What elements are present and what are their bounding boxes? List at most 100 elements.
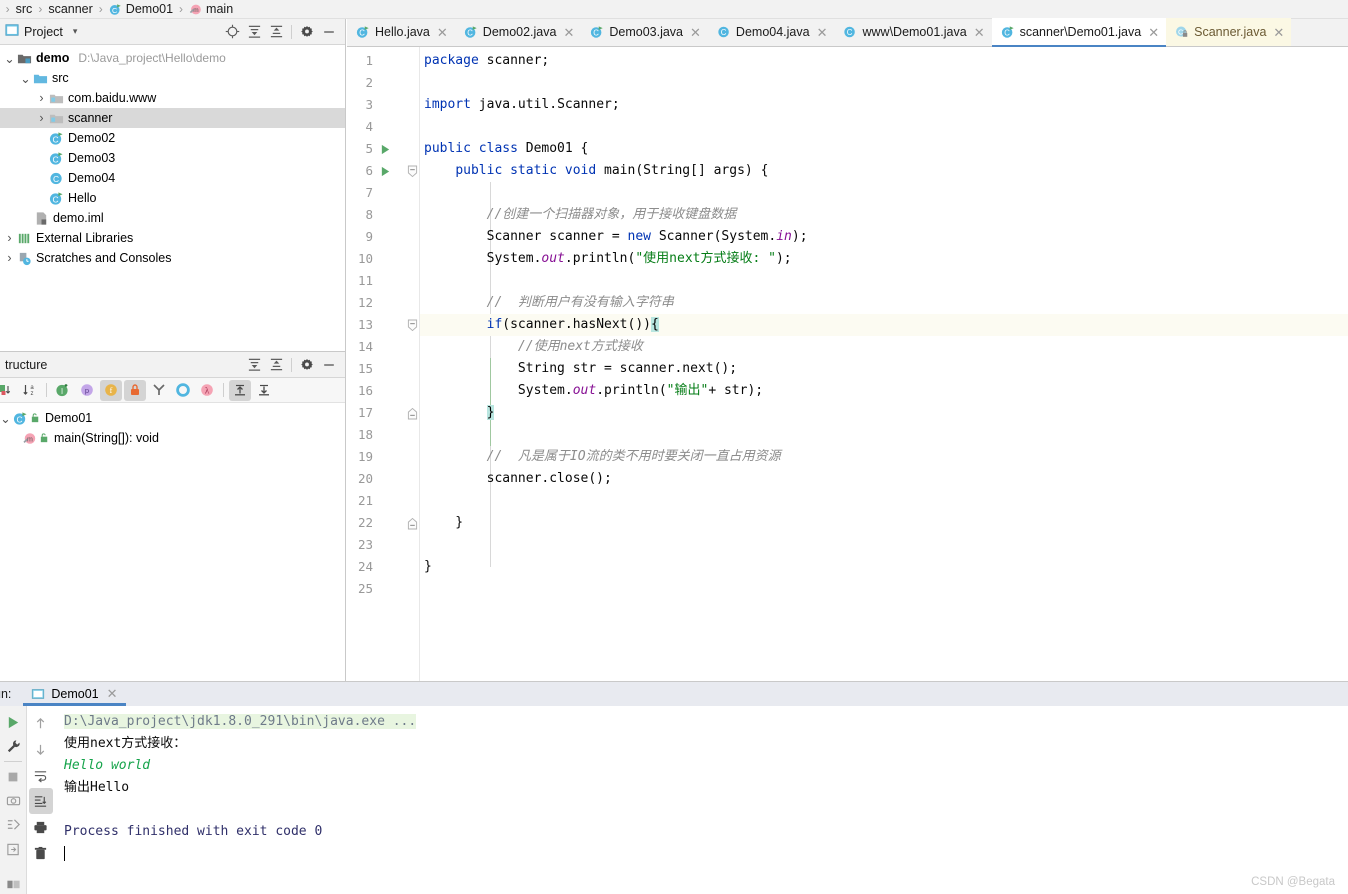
- show-anonymous-icon[interactable]: [148, 380, 170, 401]
- tree-item-external-libraries[interactable]: › External Libraries: [0, 228, 345, 248]
- code-line[interactable]: if(scanner.hasNext()){: [420, 314, 1348, 336]
- editor-tab-demo04[interactable]: C Demo04.java ✕: [708, 18, 835, 46]
- code-line[interactable]: [420, 72, 1348, 94]
- code-line[interactable]: System.out.println("输出"+ str);: [420, 380, 1348, 402]
- code-line[interactable]: public class Demo01 {: [420, 138, 1348, 160]
- hide-panel-icon[interactable]: [318, 355, 340, 375]
- code-line[interactable]: [420, 182, 1348, 204]
- tree-item-src[interactable]: ⌄ src: [0, 68, 345, 88]
- code-line[interactable]: [420, 578, 1348, 600]
- editor-tab-hello[interactable]: C Hello.java ✕: [347, 18, 455, 46]
- code-editor[interactable]: 1 2 3 4 5 6 7 8 9 10 11 12 13 14 15 16 17 18 19 20 21 22 23 24 2…: [347, 47, 1348, 681]
- structure-item-demo01[interactable]: ⌄ C Demo01: [0, 408, 345, 428]
- console-output[interactable]: D:\Java_project\jdk1.8.0_291\bin\java.ex…: [54, 706, 1348, 894]
- tree-item-scanner[interactable]: › scanner: [0, 108, 345, 128]
- thread-dump-icon[interactable]: [1, 813, 25, 837]
- fold-marker-icon[interactable]: [405, 314, 419, 336]
- gutter-line[interactable]: 20: [347, 468, 405, 490]
- editor-tab-scanner-demo01[interactable]: C scanner\Demo01.java ✕: [991, 18, 1167, 47]
- chevron-down-icon[interactable]: ▾: [73, 26, 78, 37]
- close-icon[interactable]: ✕: [817, 26, 828, 39]
- gutter-line[interactable]: 12: [347, 292, 405, 314]
- fold-marker-icon[interactable]: [405, 512, 419, 534]
- chevron-right-icon[interactable]: ›: [4, 231, 15, 245]
- gutter-line[interactable]: 1: [347, 50, 405, 72]
- close-icon[interactable]: ✕: [690, 26, 701, 39]
- hide-panel-icon[interactable]: [318, 22, 340, 42]
- editor-tab-demo03[interactable]: C Demo03.java ✕: [581, 18, 708, 46]
- gutter-line[interactable]: 18: [347, 424, 405, 446]
- code-line[interactable]: public static void main(String[] args) {: [420, 160, 1348, 182]
- gutter-line[interactable]: 25: [347, 578, 405, 600]
- code-line[interactable]: Scanner scanner = new Scanner(System.in)…: [420, 226, 1348, 248]
- close-icon[interactable]: ✕: [437, 26, 448, 39]
- gutter-line[interactable]: 13: [347, 314, 405, 336]
- show-properties-icon[interactable]: p: [76, 380, 98, 401]
- gutter-line[interactable]: 17: [347, 402, 405, 424]
- gutter-line[interactable]: 7: [347, 182, 405, 204]
- gutter-line[interactable]: 22: [347, 512, 405, 534]
- breadcrumb-item-src[interactable]: src: [16, 2, 33, 16]
- gutter-line[interactable]: 16: [347, 380, 405, 402]
- chevron-right-icon[interactable]: ›: [36, 91, 47, 105]
- fold-column[interactable]: [405, 47, 419, 681]
- collapse-structure-icon[interactable]: [253, 380, 275, 401]
- clear-all-icon[interactable]: [29, 840, 53, 866]
- soft-wrap-icon[interactable]: [29, 762, 53, 788]
- chevron-right-icon[interactable]: ›: [36, 111, 47, 125]
- tree-item-demo04[interactable]: C Demo04: [0, 168, 345, 188]
- gutter-line[interactable]: 5: [347, 138, 405, 160]
- tree-item-hello[interactable]: C Hello: [0, 188, 345, 208]
- close-icon[interactable]: ✕: [107, 686, 118, 702]
- gutter-line[interactable]: 21: [347, 490, 405, 512]
- collapse-all-icon[interactable]: [265, 22, 287, 42]
- editor-gutter[interactable]: 1 2 3 4 5 6 7 8 9 10 11 12 13 14 15 16 17 18 19 20 21 22 23 24 2…: [347, 47, 405, 681]
- layout-icon[interactable]: [1, 871, 25, 894]
- gutter-line[interactable]: 3: [347, 94, 405, 116]
- camera-icon[interactable]: [1, 789, 25, 813]
- code-line[interactable]: [420, 424, 1348, 446]
- gutter-line[interactable]: 8: [347, 204, 405, 226]
- code-line[interactable]: scanner.close();: [420, 468, 1348, 490]
- close-icon[interactable]: ✕: [1273, 26, 1284, 39]
- run-gutter-icon[interactable]: [377, 166, 393, 177]
- gutter-line[interactable]: 6: [347, 160, 405, 182]
- editor-tab-demo02[interactable]: C Demo02.java ✕: [455, 18, 582, 46]
- fold-marker-icon[interactable]: [405, 160, 419, 182]
- code-line[interactable]: //使用next方式接收: [420, 336, 1348, 358]
- code-lines[interactable]: package scanner; import java.util.Scanne…: [419, 47, 1348, 681]
- gutter-line[interactable]: 10: [347, 248, 405, 270]
- settings-wrench-icon[interactable]: [1, 734, 25, 758]
- up-arrow-icon[interactable]: [29, 710, 53, 736]
- print-icon[interactable]: [29, 814, 53, 840]
- stop-icon[interactable]: [1, 765, 25, 789]
- code-line[interactable]: //创建一个扫描器对象，用于接收键盘数据: [420, 204, 1348, 226]
- show-interfaces-icon[interactable]: [172, 380, 194, 401]
- gutter-line[interactable]: 4: [347, 116, 405, 138]
- chevron-right-icon[interactable]: ›: [4, 251, 15, 265]
- code-line[interactable]: [420, 490, 1348, 512]
- gutter-line[interactable]: 14: [347, 336, 405, 358]
- gutter-line[interactable]: 19: [347, 446, 405, 468]
- locate-icon[interactable]: [221, 22, 243, 42]
- gutter-line[interactable]: 24: [347, 556, 405, 578]
- show-fields-icon[interactable]: f: [100, 379, 122, 401]
- code-line[interactable]: }: [420, 556, 1348, 578]
- close-icon[interactable]: ✕: [1148, 26, 1159, 39]
- tree-item-demo03[interactable]: C Demo03: [0, 148, 345, 168]
- code-line[interactable]: // 凡是属于IO流的类不用时要关闭一直占用资源: [420, 446, 1348, 468]
- console-caret-line[interactable]: [64, 843, 1348, 865]
- code-line[interactable]: // 判断用户有没有输入字符串: [420, 292, 1348, 314]
- code-line[interactable]: [420, 270, 1348, 292]
- expand-all-icon[interactable]: [243, 355, 265, 375]
- close-icon[interactable]: ✕: [563, 26, 574, 39]
- structure-item-main[interactable]: m main(String[]): void: [0, 428, 345, 448]
- show-lambdas-icon[interactable]: λ: [196, 380, 218, 401]
- chevron-down-icon[interactable]: ⌄: [0, 412, 11, 426]
- sort-alphabetically-icon[interactable]: az: [19, 380, 41, 401]
- code-line[interactable]: }: [420, 402, 1348, 424]
- tree-item-scratches-and-consoles[interactable]: › Scratches and Consoles: [0, 248, 345, 268]
- sort-by-visibility-icon[interactable]: [0, 380, 17, 401]
- code-line[interactable]: String str = scanner.next();: [420, 358, 1348, 380]
- show-inherited-icon[interactable]: I: [52, 380, 74, 401]
